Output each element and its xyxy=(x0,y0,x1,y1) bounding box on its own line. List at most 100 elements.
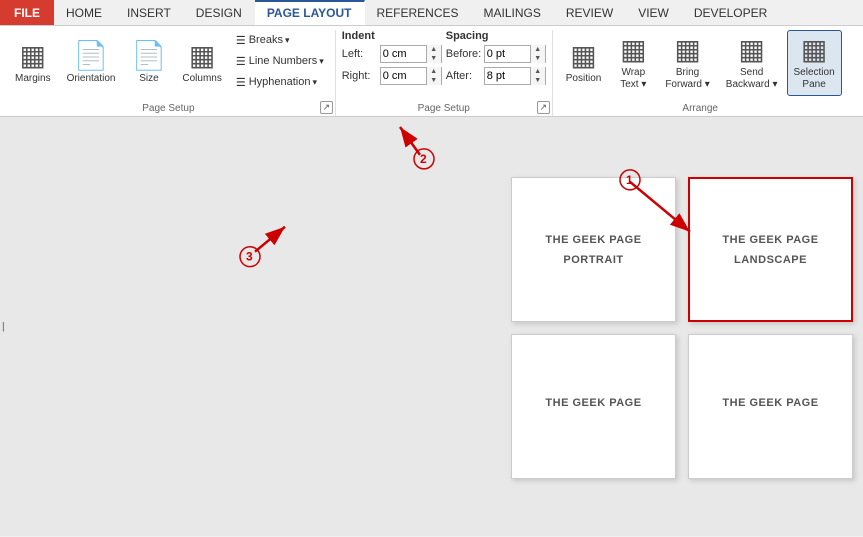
orientation-label: Orientation xyxy=(67,73,116,85)
size-button[interactable]: 📄 Size xyxy=(125,30,174,96)
spacing-after-label: After: xyxy=(446,70,482,82)
indent-group: Indent Left: ▲ ▼ xyxy=(342,30,442,87)
indent-left-input[interactable] xyxy=(381,48,426,60)
line-numbers-arrow: ▾ xyxy=(319,56,324,67)
send-backward-button[interactable]: ▦ SendBackward ▾ xyxy=(719,30,785,96)
spacing-after-spinners: ▲ ▼ xyxy=(530,67,545,85)
tab-developer[interactable]: DEVELOPER xyxy=(682,0,780,25)
breaks-arrow: ▾ xyxy=(285,35,290,46)
breaks-label: Breaks xyxy=(249,34,283,46)
spacing-before-up[interactable]: ▲ xyxy=(531,45,545,54)
indent-left-up[interactable]: ▲ xyxy=(427,45,441,54)
tab-mailings[interactable]: MAILINGS xyxy=(472,0,554,25)
arrange-label: Arrange xyxy=(553,103,848,114)
spacing-before-input[interactable] xyxy=(485,48,530,60)
tab-insert[interactable]: INSERT xyxy=(115,0,184,25)
pages-grid: THE GEEK PAGE PORTRAIT THE GEEK PAGE LAN… xyxy=(511,177,853,479)
indent-left-down[interactable]: ▼ xyxy=(427,54,441,63)
bring-forward-button[interactable]: ▦ BringForward ▾ xyxy=(658,30,716,96)
spacing-before-down[interactable]: ▼ xyxy=(531,54,545,63)
page-portrait[interactable]: THE GEEK PAGE PORTRAIT xyxy=(511,177,676,322)
tab-page-layout[interactable]: PAGE LAYOUT xyxy=(255,0,365,25)
page1-orientation: PORTRAIT xyxy=(563,254,623,266)
wrap-text-icon: ▦ xyxy=(620,36,646,64)
page-landscape[interactable]: THE GEEK PAGE LANDSCAPE xyxy=(688,177,853,322)
page2-orientation: LANDSCAPE xyxy=(734,254,807,266)
group-arrange: ▦ Position ▦ WrapText ▾ ▦ BringForward ▾… xyxy=(553,30,848,116)
group-page-setup: ▦ Margins 📄 Orientation 📄 Size ▦ Columns xyxy=(2,30,336,116)
indent-right-row: Right: ▲ ▼ xyxy=(342,66,442,86)
indent-spacing: Indent Left: ▲ ▼ xyxy=(342,30,546,87)
spacing-before-input-wrap: ▲ ▼ xyxy=(484,45,546,63)
spacing-after-input-wrap: ▲ ▼ xyxy=(484,67,546,85)
indent-label: Indent xyxy=(342,30,442,42)
indent-left-spinners: ▲ ▼ xyxy=(426,45,441,63)
indent-right-input[interactable] xyxy=(381,70,426,82)
orientation-button[interactable]: 📄 Orientation xyxy=(60,30,123,96)
hyphenation-arrow: ▾ xyxy=(313,77,318,88)
group-paragraph: Indent Left: ▲ ▼ xyxy=(336,30,553,116)
page3-text: THE GEEK PAGE xyxy=(545,397,641,409)
bring-forward-label: BringForward ▾ xyxy=(665,67,709,91)
margins-label: Margins xyxy=(15,73,51,85)
line-numbers-button[interactable]: ☰ Line Numbers ▾ xyxy=(231,51,329,71)
margins-icon: ▦ xyxy=(20,42,46,70)
position-label: Position xyxy=(566,73,602,85)
tab-references[interactable]: REFERENCES xyxy=(365,0,472,25)
spacing-group: Spacing Before: ▲ ▼ xyxy=(446,30,546,87)
ribbon: FILE HOME INSERT DESIGN PAGE LAYOUT REFE… xyxy=(0,0,863,117)
position-button[interactable]: ▦ Position xyxy=(559,30,609,96)
spacing-label: Spacing xyxy=(446,30,546,42)
size-label: Size xyxy=(139,73,158,85)
position-icon: ▦ xyxy=(570,42,596,70)
indent-left-row: Left: ▲ ▼ xyxy=(342,44,442,64)
indent-right-label: Right: xyxy=(342,70,378,82)
send-backward-icon: ▦ xyxy=(738,36,764,64)
breaks-group: ☰ Breaks ▾ ☰ Line Numbers ▾ ☰ Hyphenatio… xyxy=(231,30,329,92)
indent-right-down[interactable]: ▼ xyxy=(427,76,441,85)
selection-pane-button[interactable]: ▦ SelectionPane xyxy=(787,30,842,96)
spacing-before-label: Before: xyxy=(446,48,482,60)
tab-view[interactable]: VIEW xyxy=(626,0,682,25)
page-4[interactable]: THE GEEK PAGE xyxy=(688,334,853,479)
bring-forward-icon: ▦ xyxy=(674,36,700,64)
paragraph-dialog-launcher[interactable]: ↗ xyxy=(537,101,550,114)
columns-label: Columns xyxy=(182,73,221,85)
ruler-marker: | xyxy=(2,321,5,332)
line-numbers-icon: ☰ xyxy=(236,55,246,68)
line-numbers-label: Line Numbers xyxy=(249,55,317,67)
size-icon: 📄 xyxy=(132,42,167,70)
columns-button[interactable]: ▦ Columns xyxy=(175,30,228,96)
page-setup-dialog-launcher[interactable]: ↗ xyxy=(320,101,333,114)
arrange-items: ▦ Position ▦ WrapText ▾ ▦ BringForward ▾… xyxy=(559,30,842,98)
spacing-before-row: Before: ▲ ▼ xyxy=(446,44,546,64)
indent-right-input-wrap: ▲ ▼ xyxy=(380,67,442,85)
paragraph-items: Indent Left: ▲ ▼ xyxy=(342,30,546,98)
tab-review[interactable]: REVIEW xyxy=(554,0,626,25)
hyphenation-icon: ☰ xyxy=(236,76,246,89)
tab-file[interactable]: FILE xyxy=(0,0,54,25)
hyphenation-button[interactable]: ☰ Hyphenation ▾ xyxy=(231,72,329,92)
page1-text: THE GEEK PAGE xyxy=(545,234,641,246)
tab-home[interactable]: HOME xyxy=(54,0,115,25)
spacing-after-down[interactable]: ▼ xyxy=(531,76,545,85)
page-3[interactable]: THE GEEK PAGE xyxy=(511,334,676,479)
spacing-after-input[interactable] xyxy=(485,70,530,82)
svg-text:3: 3 xyxy=(246,250,253,264)
spacing-after-up[interactable]: ▲ xyxy=(531,67,545,76)
tab-design[interactable]: DESIGN xyxy=(184,0,255,25)
spacing-after-row: After: ▲ ▼ xyxy=(446,66,546,86)
page4-text: THE GEEK PAGE xyxy=(722,397,818,409)
page-setup-label: Page Setup xyxy=(2,103,335,114)
wrap-text-button[interactable]: ▦ WrapText ▾ xyxy=(610,30,656,96)
margins-button[interactable]: ▦ Margins xyxy=(8,30,58,96)
orientation-icon: 📄 xyxy=(74,42,109,70)
hyphenation-label: Hyphenation xyxy=(249,76,311,88)
breaks-button[interactable]: ☰ Breaks ▾ xyxy=(231,30,329,50)
svg-text:2: 2 xyxy=(420,152,427,166)
indent-right-spinners: ▲ ▼ xyxy=(426,67,441,85)
selection-pane-label: SelectionPane xyxy=(794,67,835,91)
page2-text: THE GEEK PAGE xyxy=(722,234,818,246)
breaks-icon: ☰ xyxy=(236,34,246,47)
indent-right-up[interactable]: ▲ xyxy=(427,67,441,76)
